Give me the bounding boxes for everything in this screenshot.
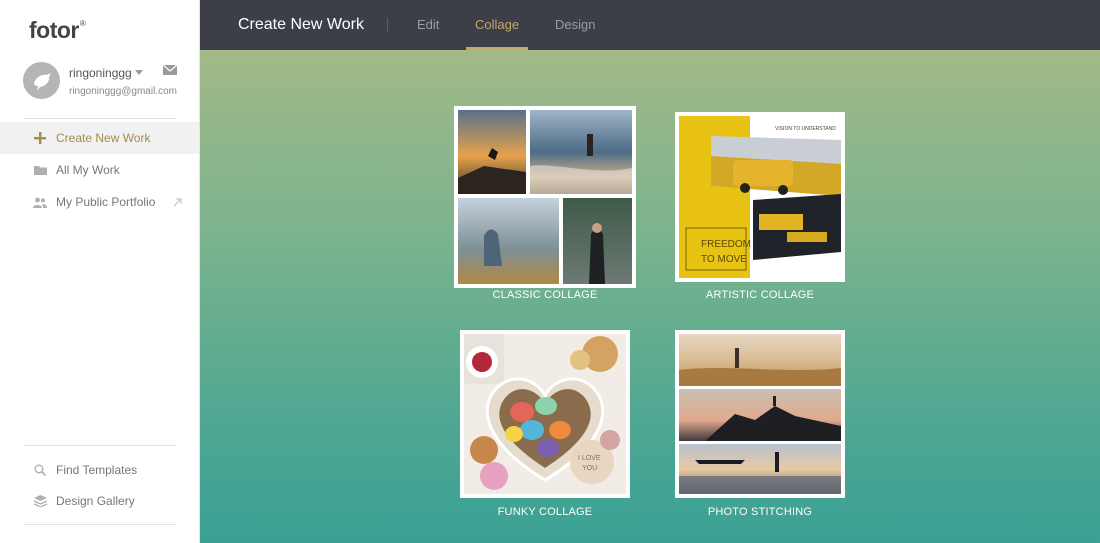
sidebar-divider: [23, 524, 176, 525]
artistic-collage-card[interactable]: VISION TO UNDERSTAND FREEDOM TO MOVE ART…: [675, 112, 845, 302]
card-label: PHOTO STITCHING: [707, 506, 813, 518]
sidebar-item-label: Create New Work: [56, 131, 151, 145]
sidebar-item-label: Design Gallery: [56, 494, 135, 508]
candy-text-line-1: I LOVE: [578, 455, 601, 462]
candy-text-line-2: YOU: [582, 465, 597, 472]
logo-text: fotor: [29, 17, 79, 43]
photo-stitching-thumbnail: [675, 330, 845, 498]
artistic-collage-thumbnail: VISION TO UNDERSTAND FREEDOM TO MOVE: [675, 112, 845, 282]
card-label: CLASSIC COLLAGE: [492, 289, 598, 301]
logo-registered-mark: ®: [79, 19, 86, 29]
plus-icon: [33, 131, 47, 145]
title-separator: [387, 18, 388, 32]
card-label: ARTISTIC COLLAGE: [705, 289, 815, 301]
sidebar-item-label: All My Work: [56, 163, 120, 177]
funky-collage-thumbnail: I LOVE YOU: [460, 330, 630, 498]
tab-design[interactable]: Design: [555, 17, 595, 32]
sidebar-divider: [23, 118, 176, 119]
user-email: ringoninggg@gmail.com: [69, 86, 177, 97]
classic-collage-thumbnail: [454, 106, 636, 288]
tab-collage[interactable]: Collage: [475, 17, 519, 32]
top-bar: Create New Work Edit Collage Design: [200, 0, 1100, 50]
artistic-small-caption: VISION TO UNDERSTAND: [775, 126, 836, 132]
folder-icon: [33, 163, 47, 177]
classic-collage-card[interactable]: CLASSIC COLLAGE: [454, 106, 636, 302]
user-profile: ringoninggg ringoninggg@gmail.com: [23, 62, 183, 102]
layers-icon: [33, 494, 47, 508]
sidebar-item-create-new-work[interactable]: Create New Work: [0, 122, 199, 154]
sidebar: fotor® ringoninggg ringoninggg@gmail.com…: [0, 0, 200, 543]
sidebar-item-design-gallery[interactable]: Design Gallery: [0, 485, 199, 517]
card-label: FUNKY COLLAGE: [497, 506, 593, 518]
sidebar-item-all-my-work[interactable]: All My Work: [0, 154, 199, 186]
users-icon: [33, 195, 47, 209]
fotor-logo[interactable]: fotor®: [29, 17, 86, 44]
chevron-down-icon[interactable]: [135, 70, 143, 75]
sidebar-item-find-templates[interactable]: Find Templates: [0, 454, 199, 486]
sidebar-item-label: Find Templates: [56, 463, 138, 477]
photo-stitching-card[interactable]: PHOTO STITCHING: [675, 330, 845, 520]
sidebar-item-label: My Public Portfolio: [56, 195, 156, 209]
artistic-big-caption-line-1: FREEDOM: [701, 239, 751, 250]
artistic-big-caption-line-2: TO MOVE: [701, 254, 747, 265]
search-icon: [33, 463, 47, 477]
funky-collage-card[interactable]: I LOVE YOU FUNKY COLLAGE: [460, 330, 630, 520]
mail-icon[interactable]: [163, 65, 177, 75]
username[interactable]: ringoninggg: [69, 66, 132, 80]
bird-icon: [34, 73, 51, 91]
page-title: Create New Work: [238, 16, 364, 33]
avatar[interactable]: [23, 62, 60, 99]
main-content: CLASSIC COLLAGE VISION TO UNDERSTAND FRE…: [200, 50, 1100, 543]
sidebar-divider: [23, 445, 176, 446]
external-link-icon[interactable]: [173, 198, 182, 207]
tab-edit[interactable]: Edit: [417, 17, 439, 32]
sidebar-item-public-portfolio[interactable]: My Public Portfolio: [0, 186, 199, 218]
